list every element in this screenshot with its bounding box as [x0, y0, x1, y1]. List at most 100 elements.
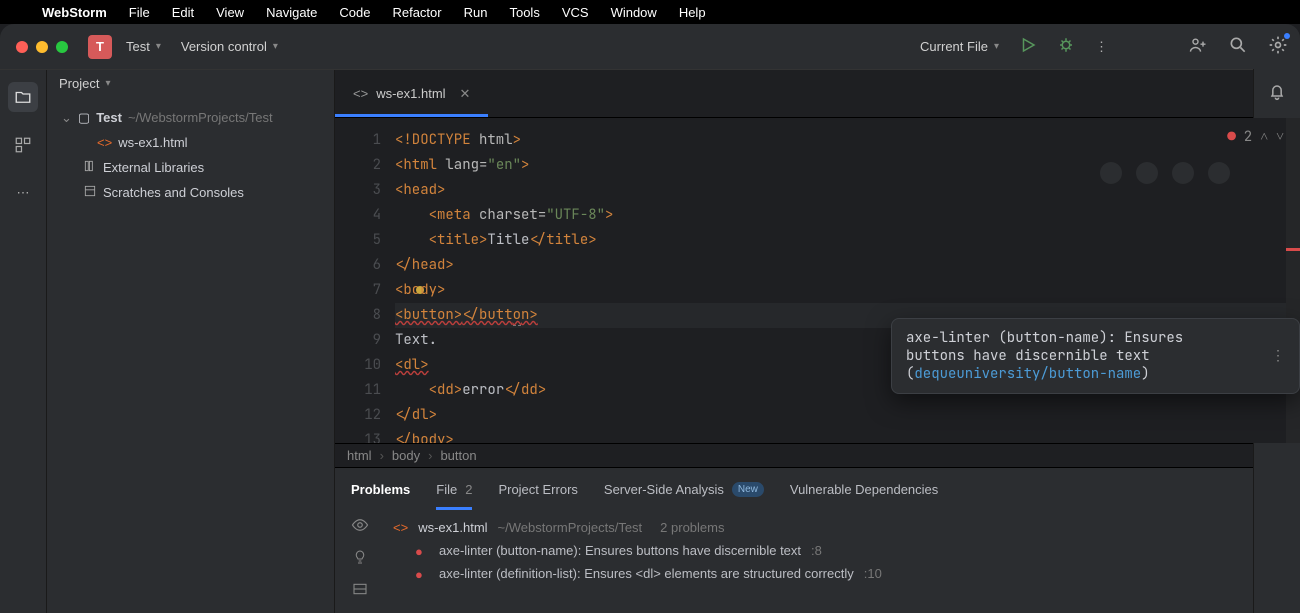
tab-file[interactable]: File 2: [436, 468, 472, 510]
crumb-button[interactable]: button: [440, 448, 476, 463]
chevron-down-icon: ▾: [156, 41, 161, 52]
browser-preview-icons: [1100, 162, 1230, 184]
editor-tabs: <> ws-ex1.html ✕ ⋮: [335, 70, 1300, 118]
layout-icon[interactable]: [349, 578, 371, 600]
chevron-right-icon: ›: [380, 448, 384, 463]
structure-tool-icon[interactable]: [8, 130, 38, 160]
search-icon[interactable]: [1228, 35, 1248, 58]
menu-edit[interactable]: Edit: [172, 5, 194, 20]
file-name: ws-ex1.html: [118, 135, 187, 150]
code-line[interactable]: <!DOCTYPE html>: [395, 128, 1300, 153]
tab-vulnerable-deps[interactable]: Vulnerable Dependencies: [790, 468, 938, 510]
code-body[interactable]: ● 2 ˄ ˅ <!DOCTYPE html><html lang="en"><…: [395, 118, 1300, 443]
tree-file[interactable]: <> ws-ex1.html: [55, 130, 326, 155]
menu-vcs[interactable]: VCS: [562, 5, 589, 20]
chevron-down-icon: ▾: [273, 41, 278, 52]
file-name: ws-ex1.html: [418, 520, 487, 535]
problems-panel: Problems File 2 Project Errors Server-Si…: [335, 467, 1300, 613]
project-panel-header[interactable]: Project ▾: [47, 70, 334, 97]
tab-project-errors[interactable]: Project Errors: [498, 468, 577, 510]
minimize-window-icon[interactable]: [36, 41, 48, 53]
problem-row[interactable]: ● axe-linter (definition-list): Ensures …: [335, 562, 1300, 585]
problems-file-header[interactable]: <> ws-ex1.html ~/WebstormProjects/Test 2…: [335, 516, 1300, 539]
problem-row[interactable]: ● axe-linter (button-name): Ensures butt…: [335, 539, 1300, 562]
line-gutter: 12345678910111213: [335, 118, 395, 443]
project-tool-icon[interactable]: [8, 82, 38, 112]
more-tools-icon[interactable]: ⋯: [8, 178, 38, 208]
code-line[interactable]: </body>: [395, 428, 1300, 443]
mac-menubar: WebStorm File Edit View Navigate Code Re…: [0, 0, 1300, 24]
tab-ws-ex1[interactable]: <> ws-ex1.html ✕: [335, 70, 488, 117]
inspection-tooltip: axe-linter (button-name): Ensures button…: [891, 318, 1300, 394]
project-name: Test: [126, 39, 150, 54]
close-tab-icon[interactable]: ✕: [460, 86, 471, 102]
zoom-window-icon[interactable]: [56, 41, 68, 53]
scratches-icon: [83, 184, 97, 201]
menubar-app-name[interactable]: WebStorm: [42, 5, 107, 20]
menu-window[interactable]: Window: [611, 5, 657, 20]
chevron-down-icon: ▾: [994, 41, 999, 52]
prev-highlight-icon[interactable]: ˄: [1260, 128, 1268, 146]
run-config-selector[interactable]: Current File ▾: [920, 39, 999, 54]
next-highlight-icon[interactable]: ˅: [1276, 128, 1284, 146]
notifications-icon[interactable]: [1267, 81, 1287, 104]
browser-icon[interactable]: [1100, 162, 1122, 184]
menu-navigate[interactable]: Navigate: [266, 5, 317, 20]
tree-external-libraries[interactable]: External Libraries: [55, 155, 326, 180]
ide-toolbar: T Test ▾ Version control ▾ Current File …: [0, 24, 1300, 69]
menu-tools[interactable]: Tools: [509, 5, 539, 20]
browser-icon[interactable]: [1208, 162, 1230, 184]
menu-help[interactable]: Help: [679, 5, 706, 20]
tab-label: Project Errors: [498, 482, 577, 497]
eye-icon[interactable]: [349, 514, 371, 536]
project-tree: ⌄ ▢ Test ~/WebstormProjects/Test <> ws-e…: [47, 97, 334, 213]
code-line[interactable]: <meta charset="UTF-8">: [395, 203, 1300, 228]
tree-root[interactable]: ⌄ ▢ Test ~/WebstormProjects/Test: [55, 105, 326, 130]
crumb-body[interactable]: body: [392, 448, 420, 463]
tooltip-link[interactable]: dequeuniversity/button-name: [914, 365, 1141, 383]
crumb-html[interactable]: html: [347, 448, 372, 463]
menu-view[interactable]: View: [216, 5, 244, 20]
menu-refactor[interactable]: Refactor: [392, 5, 441, 20]
html-file-icon: <>: [393, 520, 408, 535]
html-file-icon: <>: [97, 135, 112, 150]
menu-file[interactable]: File: [129, 5, 150, 20]
tab-count: 2: [465, 482, 472, 497]
code-line[interactable]: <title>Title</title>: [395, 228, 1300, 253]
problem-location: :8: [811, 543, 822, 558]
problem-message: axe-linter (button-name): Ensures button…: [439, 543, 801, 558]
close-window-icon[interactable]: [16, 41, 28, 53]
error-stripe[interactable]: [1286, 118, 1300, 443]
more-icon[interactable]: ⋮: [1095, 39, 1108, 55]
project-selector[interactable]: T Test ▾: [88, 35, 161, 59]
error-count: 2: [1244, 128, 1252, 146]
tree-scratches[interactable]: Scratches and Consoles: [55, 180, 326, 205]
tab-label: File: [436, 482, 457, 497]
error-icon: ●: [415, 567, 429, 581]
version-control-widget[interactable]: Version control ▾: [181, 39, 278, 54]
inspection-widget[interactable]: ● 2 ˄ ˅: [1227, 128, 1284, 146]
tab-label: Problems: [351, 482, 410, 497]
code-line[interactable]: </head>: [395, 253, 1300, 278]
tab-label: Server-Side Analysis: [604, 482, 724, 497]
browser-icon[interactable]: [1136, 162, 1158, 184]
window-controls: [16, 41, 68, 53]
debug-icon[interactable]: [1057, 36, 1075, 57]
menu-run[interactable]: Run: [464, 5, 488, 20]
code-with-me-icon[interactable]: [1188, 35, 1208, 58]
menu-code[interactable]: Code: [339, 5, 370, 20]
problems-tabs: Problems File 2 Project Errors Server-Si…: [335, 468, 1300, 510]
code-line[interactable]: </dl>: [395, 403, 1300, 428]
project-panel-title: Project: [59, 76, 99, 91]
code-line[interactable]: <body>: [395, 278, 1300, 303]
tooltip-more-icon[interactable]: ⋮: [1271, 347, 1285, 365]
tab-problems[interactable]: Problems: [351, 468, 410, 510]
settings-icon[interactable]: [1268, 35, 1288, 58]
project-badge: T: [88, 35, 112, 59]
tab-server-side[interactable]: Server-Side Analysis New: [604, 468, 764, 510]
browser-icon[interactable]: [1172, 162, 1194, 184]
run-icon[interactable]: [1019, 36, 1037, 57]
scratches-label: Scratches and Consoles: [103, 185, 244, 200]
code-editor[interactable]: 12345678910111213 ● 2 ˄ ˅ <!DOCTYPE ht: [335, 118, 1300, 443]
bulb-icon[interactable]: [349, 546, 371, 568]
